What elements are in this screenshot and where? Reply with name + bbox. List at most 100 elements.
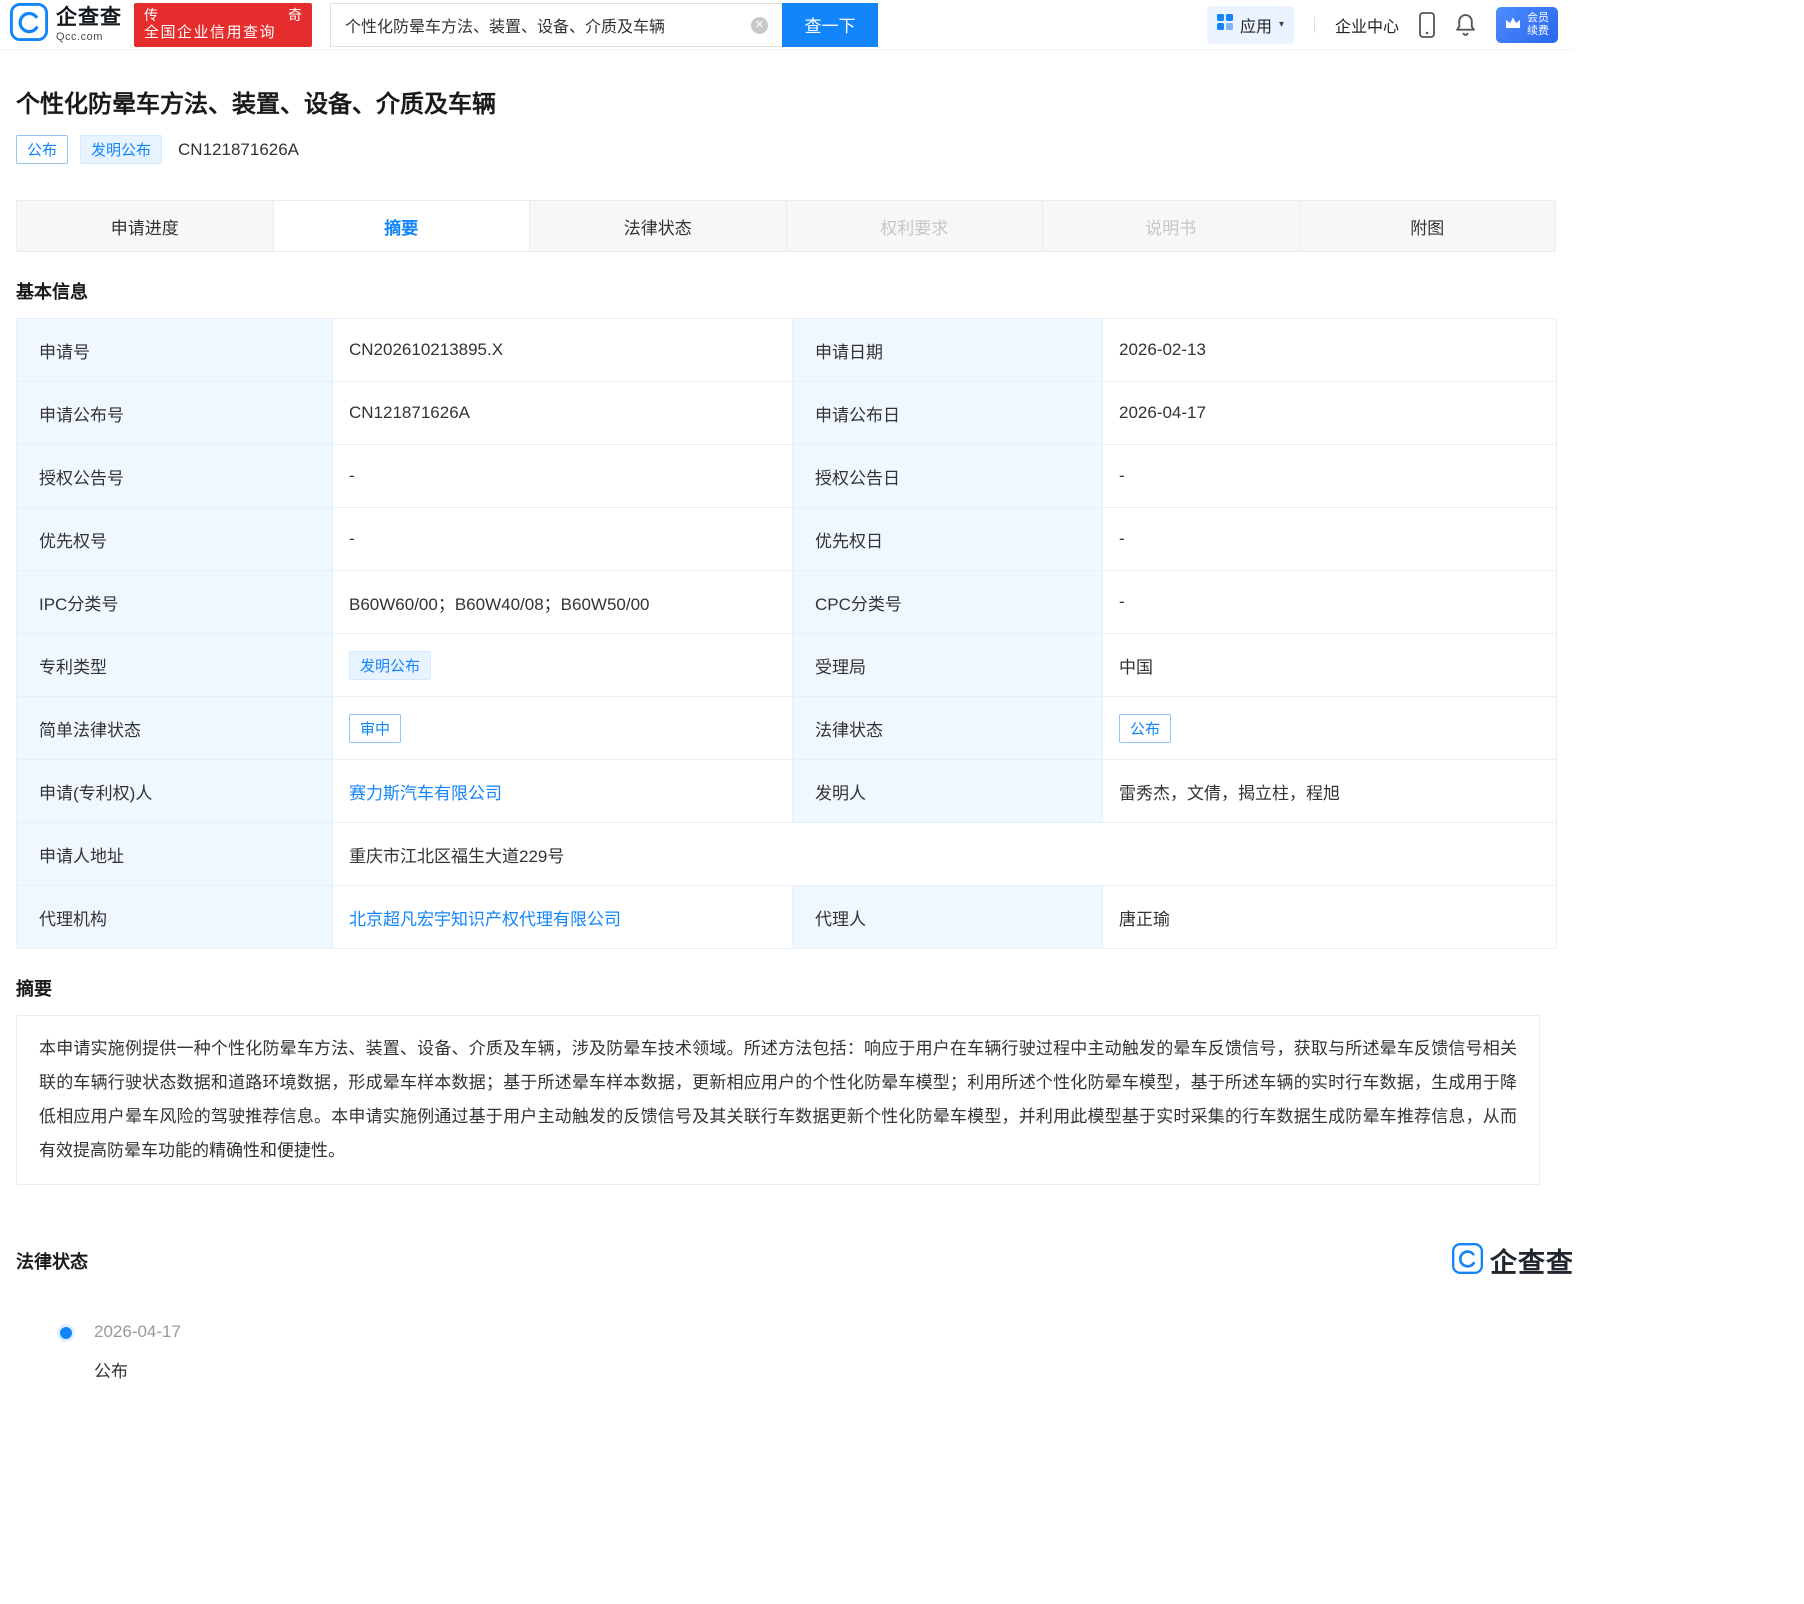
tab-application-progress[interactable]: 申请进度 [17, 201, 274, 251]
ad-banner[interactable]: 传 奇 全国企业信用查询 [134, 3, 312, 47]
field-value: 北京超凡宏宇知识产权代理有限公司 [333, 886, 793, 949]
topbar: 企查查 Qcc.com 传 奇 全国企业信用查询 ✕ 查一下 [0, 0, 1572, 50]
search-bar: ✕ 查一下 [330, 3, 878, 47]
timeline-dot-icon [60, 1327, 72, 1339]
table-row: 申请人地址重庆市江北区福生大道229号 [17, 823, 1557, 886]
field-label: 受理局 [793, 634, 1103, 697]
timeline-item: 2026-04-17 公布 [60, 1322, 1556, 1382]
field-value: - [1103, 508, 1557, 571]
bell-icon[interactable] [1455, 13, 1476, 36]
field-value: 重庆市江北区福生大道229号 [333, 823, 1557, 886]
field-label: 简单法律状态 [17, 697, 333, 760]
vip-label-line1: 会员 [1527, 12, 1549, 25]
field-value: 中国 [1103, 634, 1557, 697]
qcc-logo-icon [10, 3, 48, 46]
field-value: CN202610213895.X [333, 319, 793, 382]
abstract-text: 本申请实施例提供一种个性化防晕车方法、装置、设备、介质及车辆，涉及防晕车技术领域… [16, 1015, 1540, 1185]
simple-legal-status-tag: 审中 [349, 714, 401, 743]
invention-publication-tag: 发明公布 [80, 135, 162, 164]
field-value: - [333, 445, 793, 508]
field-label: IPC分类号 [17, 571, 333, 634]
topbar-right: 应用 ▾ 企业中心 [1207, 6, 1558, 44]
search-input[interactable] [330, 3, 782, 47]
enterprise-center-link[interactable]: 企业中心 [1335, 13, 1399, 37]
legal-status-heading: 法律状态 [16, 1248, 88, 1274]
publication-number: CN121871626A [178, 140, 299, 160]
qcc-logo[interactable]: 企查查 Qcc.com [10, 3, 122, 46]
basic-info-table-body: 申请号CN202610213895.X申请日期2026-02-13申请公布号CN… [17, 319, 1557, 949]
field-label: 申请公布号 [17, 382, 333, 445]
logo-title: 企查查 [56, 7, 122, 28]
tab-claims: 权利要求 [787, 201, 1044, 251]
field-label: 申请公布日 [793, 382, 1103, 445]
basic-info-heading: 基本信息 [16, 278, 1556, 304]
field-value: - [1103, 571, 1557, 634]
table-row: 优先权号-优先权日- [17, 508, 1557, 571]
vip-label-line2: 续费 [1527, 25, 1549, 38]
legal-status-header: 法律状态 企查查 [16, 1241, 1556, 1280]
page: 企查查 Qcc.com 传 奇 全国企业信用查询 ✕ 查一下 [0, 0, 1572, 1382]
field-label: 发明人 [793, 760, 1103, 823]
field-label: 专利类型 [17, 634, 333, 697]
tab-description: 说明书 [1043, 201, 1300, 251]
field-label: CPC分类号 [793, 571, 1103, 634]
field-value: 公布 [1103, 697, 1557, 760]
timeline-date: 2026-04-17 [94, 1322, 1556, 1342]
legal-status-tag: 公布 [1119, 714, 1171, 743]
tab-legal-status[interactable]: 法律状态 [530, 201, 787, 251]
field-label: 代理机构 [17, 886, 333, 949]
field-value: CN121871626A [333, 382, 793, 445]
ad-text-bottom: 全国企业信用查询 [144, 25, 302, 42]
tab-figures[interactable]: 附图 [1300, 201, 1556, 251]
legal-status-timeline: 2026-04-17 公布 [16, 1322, 1556, 1382]
apps-grid-icon [1217, 14, 1233, 35]
qcc-watermark: 企查查 [1452, 1241, 1572, 1280]
basic-info-table: 申请号CN202610213895.X申请日期2026-02-13申请公布号CN… [16, 318, 1557, 949]
field-label: 申请(专利权)人 [17, 760, 333, 823]
mobile-app-icon[interactable] [1419, 12, 1435, 38]
field-value: 唐正瑜 [1103, 886, 1557, 949]
field-label: 申请人地址 [17, 823, 333, 886]
table-row: 申请公布号CN121871626A申请公布日2026-04-17 [17, 382, 1557, 445]
field-value: 2026-02-13 [1103, 319, 1557, 382]
field-value: 审中 [333, 697, 793, 760]
tab-abstract[interactable]: 摘要 [274, 201, 531, 251]
tab-bar: 申请进度摘要法律状态权利要求说明书附图 [16, 200, 1556, 252]
apps-label: 应用 [1240, 13, 1272, 37]
table-row: 申请号CN202610213895.X申请日期2026-02-13 [17, 319, 1557, 382]
patent-tag-row: 公布 发明公布 CN121871626A [16, 135, 1556, 164]
abstract-heading: 摘要 [16, 975, 1556, 1001]
field-value: 赛力斯汽车有限公司 [333, 760, 793, 823]
field-value: 雷秀杰，文倩，揭立柱，程旭 [1103, 760, 1557, 823]
timeline-status: 公布 [94, 1357, 1556, 1382]
logo-subtitle: Qcc.com [56, 31, 122, 43]
field-value: B60W60/00；B60W40/08；B60W50/00 [333, 571, 793, 634]
qcc-watermark-text: 企查查 [1490, 1241, 1572, 1280]
crown-icon [1505, 16, 1521, 34]
page-title: 个性化防晕车方法、装置、设备、介质及车辆 [16, 84, 1556, 119]
field-value: 发明公布 [333, 634, 793, 697]
clear-search-icon[interactable]: ✕ [751, 17, 768, 34]
field-label: 申请日期 [793, 319, 1103, 382]
patent-type-tag: 发明公布 [349, 651, 431, 680]
apps-menu[interactable]: 应用 ▾ [1207, 6, 1294, 44]
table-row: 申请(专利权)人赛力斯汽车有限公司 发明人雷秀杰，文倩，揭立柱，程旭 [17, 760, 1557, 823]
publication-tag: 公布 [16, 135, 68, 164]
agency-link[interactable]: 北京超凡宏宇知识产权代理有限公司 [349, 910, 621, 929]
divider [1314, 17, 1315, 33]
field-value: 2026-04-17 [1103, 382, 1557, 445]
field-label: 优先权号 [17, 508, 333, 571]
field-label: 授权公告日 [793, 445, 1103, 508]
table-row: 简单法律状态审中 法律状态公布 [17, 697, 1557, 760]
applicant-link[interactable]: 赛力斯汽车有限公司 [349, 784, 502, 803]
vip-renew-badge[interactable]: 会员 续费 [1496, 7, 1558, 43]
field-label: 法律状态 [793, 697, 1103, 760]
field-label: 优先权日 [793, 508, 1103, 571]
field-value: - [1103, 445, 1557, 508]
field-label: 代理人 [793, 886, 1103, 949]
main-content: 个性化防晕车方法、装置、设备、介质及车辆 公布 发明公布 CN121871626… [0, 84, 1572, 1382]
table-row: IPC分类号B60W60/00；B60W40/08；B60W50/00CPC分类… [17, 571, 1557, 634]
table-row: 代理机构北京超凡宏宇知识产权代理有限公司 代理人唐正瑜 [17, 886, 1557, 949]
ad-text-left: 传 [144, 8, 158, 22]
search-button[interactable]: 查一下 [782, 3, 878, 47]
